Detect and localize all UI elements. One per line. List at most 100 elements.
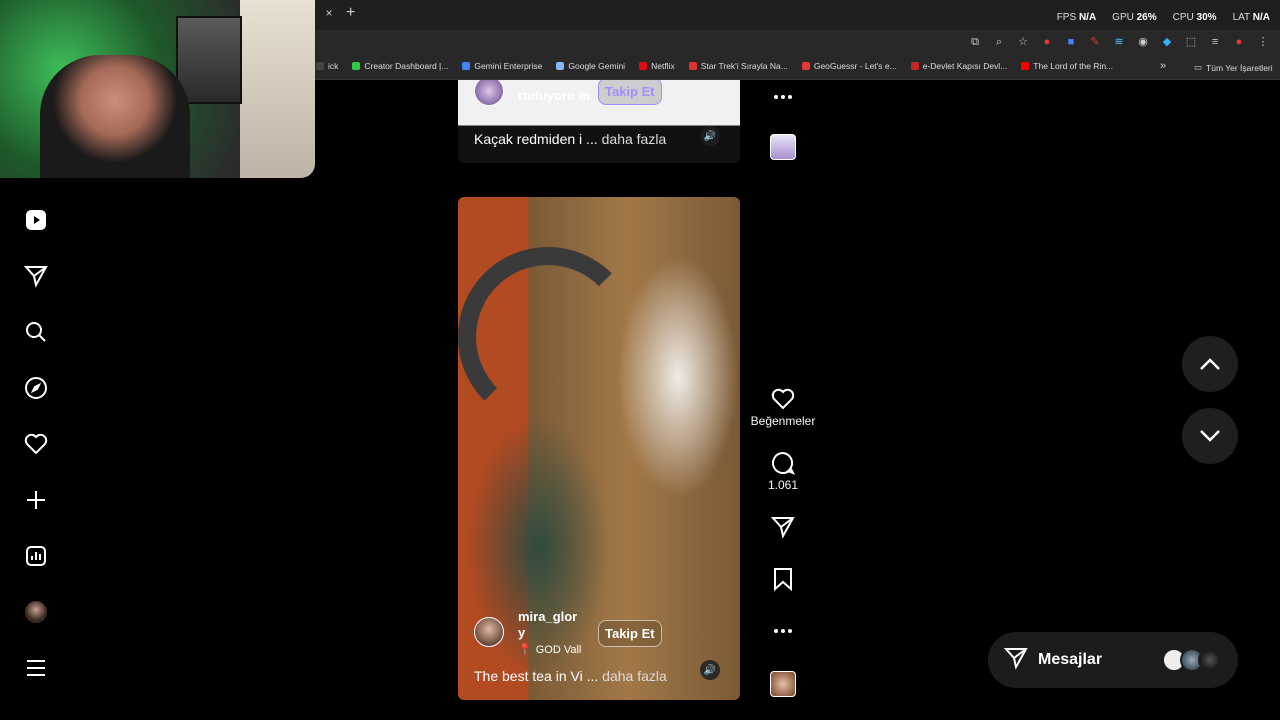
perf-fps: FPS N/A	[1056, 12, 1097, 23]
perf-gpu: GPU 26%	[1112, 12, 1157, 23]
like-action[interactable]: Beğenmeler	[750, 386, 816, 428]
explore-compass-icon[interactable]	[22, 374, 50, 402]
bookmark-favicon-icon	[1021, 62, 1030, 70]
more-dots-icon	[750, 618, 816, 644]
bookmark-favicon-icon	[462, 62, 471, 70]
bookmark-label: e-Devlet Kapısı Devl...	[922, 61, 1008, 71]
media-control-icon[interactable]: ≡	[1208, 35, 1222, 49]
bookmark-favicon-icon	[910, 62, 919, 70]
bookmark-item[interactable]: The Lord of the Rin...	[1021, 61, 1113, 71]
reel-top-avatar[interactable]	[474, 80, 504, 106]
notifications-heart-icon[interactable]	[22, 430, 50, 458]
new-tab-button[interactable]: +	[346, 4, 355, 22]
comments-count: 1.061	[767, 478, 799, 492]
bookmark-label: ick	[328, 61, 339, 71]
bookmark-favicon-icon	[556, 62, 565, 70]
reels-icon[interactable]	[22, 206, 50, 234]
reel-top-username[interactable]: rtuluyoru m	[518, 88, 590, 104]
menu-hamburger-icon[interactable]	[22, 654, 50, 682]
all-bookmarks-button[interactable]: ▭ Tüm Yer İşaretleri	[1194, 62, 1273, 73]
save-action[interactable]	[750, 566, 816, 592]
reel-top-audio-thumbnail[interactable]	[770, 134, 796, 160]
messages-panel-button[interactable]: Mesajlar	[988, 632, 1238, 688]
bookmark-label: Star Trek'i Sırayla Na...	[700, 61, 788, 71]
folder-icon: ▭	[1194, 62, 1203, 72]
bookmark-label: The Lord of the Rin...	[1033, 61, 1114, 71]
translate-icon[interactable]: ■	[1064, 35, 1078, 49]
extension-pen-icon[interactable]: ✎	[1088, 35, 1102, 49]
messages-label: Mesajlar	[1038, 651, 1103, 668]
webcam-wall	[240, 0, 315, 178]
bookmark-item[interactable]: Gemini Enterprise	[462, 61, 542, 71]
extension-wave-icon[interactable]: ≋	[1112, 35, 1126, 49]
browser-menu-icon[interactable]: ⋮	[1256, 35, 1270, 49]
extension-red-icon[interactable]: ●	[1040, 35, 1054, 49]
star-bookmark-icon[interactable]: ☆	[1016, 35, 1030, 49]
search-icon[interactable]	[22, 318, 50, 346]
bookmark-label: Google Gemini	[568, 61, 626, 71]
install-app-icon[interactable]: ⧉	[968, 35, 982, 49]
reel-previous[interactable]: rtuluyoru m Takip Et Kaçak redmiden i ..…	[458, 80, 740, 163]
location-pin-icon: 📍	[518, 644, 532, 656]
extensions-puzzle-icon[interactable]: ⬚	[1184, 35, 1198, 49]
perf-lat: LAT N/A	[1232, 12, 1270, 23]
extension-blue-icon[interactable]: ◆	[1160, 35, 1174, 49]
create-plus-icon[interactable]	[22, 486, 50, 514]
reel-main-audio-thumbnail[interactable]	[770, 671, 796, 697]
extension-avatar-icon[interactable]: ◉	[1136, 35, 1150, 49]
likes-label: Beğenmeler	[750, 414, 816, 428]
direct-messages-icon[interactable]	[22, 262, 50, 290]
bookmark-label: Gemini Enterprise	[474, 61, 543, 71]
reel-top-caption[interactable]: Kaçak redmiden i ... daha fazla	[474, 131, 666, 147]
bookmark-favicon-icon	[801, 62, 810, 70]
reel-main-username[interactable]: mira_glor y	[518, 609, 588, 641]
bookmark-save-icon	[750, 566, 816, 592]
share-send-icon	[750, 514, 816, 540]
reel-current[interactable]: mira_glor y Takip Et 📍 GOD Vall The best…	[458, 197, 740, 700]
bookmark-item[interactable]: Google Gemini	[556, 61, 625, 71]
bookmark-label: Netflix	[651, 61, 675, 71]
reel-main-more-button[interactable]	[750, 618, 816, 644]
reel-main-mute-button[interactable]: 🔊	[700, 660, 720, 680]
like-heart-icon	[750, 386, 816, 412]
webcam-overlay	[0, 0, 315, 178]
bookmark-item[interactable]: GeoGuessr - Let's e...	[801, 61, 897, 71]
more-dots-icon	[750, 84, 816, 110]
bookmark-favicon-icon	[316, 62, 324, 70]
reel-scene	[458, 247, 638, 427]
bookmark-favicon-icon	[639, 62, 648, 70]
share-action[interactable]	[750, 514, 816, 540]
performance-overlay: FPS N/A GPU 26% CPU 30% LAT N/A	[1057, 12, 1270, 23]
next-reel-button[interactable]	[1182, 408, 1238, 464]
bookmarks-overflow-button[interactable]: »	[1160, 60, 1166, 72]
reel-top-follow-button[interactable]: Takip Et	[598, 80, 662, 105]
comment-bubble-icon	[750, 450, 816, 476]
webcam-person	[40, 55, 190, 178]
bookmark-item[interactable]: ick	[316, 61, 338, 71]
profile-avatar[interactable]	[22, 598, 50, 626]
bookmark-item[interactable]: e-Devlet Kapısı Devl...	[910, 61, 1008, 71]
bookmark-label: GeoGuessr - Let's e...	[813, 61, 897, 71]
reel-main-caption[interactable]: The best tea in Vi ... daha fazla	[474, 668, 667, 684]
reel-top-more-button[interactable]	[750, 84, 816, 110]
previous-reel-button[interactable]	[1182, 336, 1238, 392]
chevron-down-icon	[1200, 430, 1220, 442]
bookmark-item[interactable]: Netflix	[639, 61, 675, 71]
bookmark-label: Creator Dashboard |...	[364, 61, 449, 71]
bookmark-item[interactable]: Star Trek'i Sırayla Na...	[688, 61, 788, 71]
bookmark-item[interactable]: Creator Dashboard |...	[352, 61, 448, 71]
bookmark-favicon-icon	[352, 62, 361, 70]
reel-top-mute-button[interactable]: 🔊	[700, 126, 720, 146]
messages-send-icon	[1003, 646, 1028, 675]
profile-icon[interactable]: ●	[1232, 35, 1246, 49]
webcam-poster	[176, 16, 242, 104]
reel-main-follow-button[interactable]: Takip Et	[598, 620, 662, 647]
message-avatar	[1198, 648, 1222, 672]
comment-action[interactable]: 1.061	[750, 450, 816, 492]
zoom-icon[interactable]: ⌕	[992, 35, 1006, 49]
dashboard-chart-icon[interactable]	[22, 542, 50, 570]
reel-main-avatar[interactable]	[474, 617, 504, 647]
tab-close-button[interactable]: ×	[322, 6, 336, 20]
bookmark-favicon-icon	[688, 62, 697, 70]
reel-main-location[interactable]: 📍 GOD Vall	[518, 643, 581, 657]
